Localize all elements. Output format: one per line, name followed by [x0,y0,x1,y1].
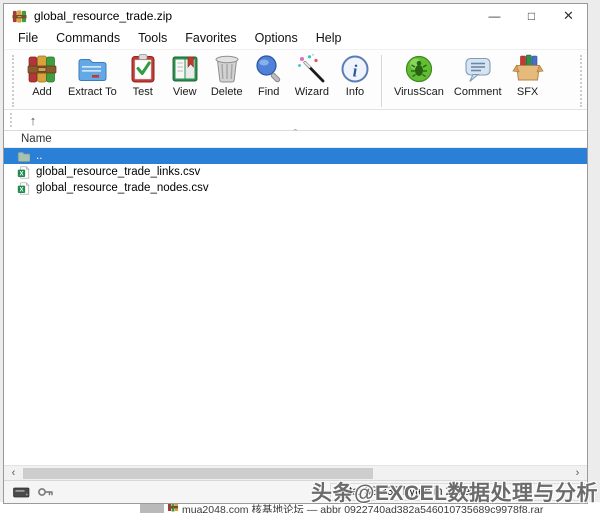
toolbar-gripper[interactable] [12,55,15,107]
test-label: Test [133,86,153,98]
maximize-button[interactable]: □ [513,4,550,28]
view-button[interactable]: View [164,52,206,99]
address-bar-gripper[interactable] [10,113,13,127]
delete-trash-icon [211,53,243,85]
list-column-header: Name ˆ [4,130,587,148]
sort-ascending-icon[interactable]: ˆ [294,128,298,140]
comment-label: Comment [454,86,502,98]
toolbar-right-gripper [580,55,583,107]
sfx-button[interactable]: SFX [507,52,549,99]
svg-text:X: X [19,170,23,177]
window-title: global_resource_trade.zip [34,9,172,23]
virus-scan-label: VirusScan [394,86,444,98]
wizard-label: Wizard [295,86,329,98]
file-name: .. [36,150,42,162]
svg-text:X: X [19,186,23,193]
parent-folder-icon [17,150,30,163]
find-label: Find [258,86,279,98]
scroll-right-arrow[interactable]: › [570,466,585,480]
info-button[interactable]: i Info [334,52,376,99]
wizard-button[interactable]: Wizard [290,52,334,99]
delete-label: Delete [211,86,243,98]
title-bar: global_resource_trade.zip — □ ✕ [4,4,587,28]
scrollbar-thumb[interactable] [23,468,373,479]
add-button[interactable]: Add [21,52,63,99]
find-magnifier-icon [253,53,285,85]
menu-commands[interactable]: Commands [47,29,129,48]
virus-scan-icon [403,53,435,85]
svg-text:i: i [353,62,358,81]
add-label: Add [32,86,52,98]
sfx-icon [512,53,544,85]
minimize-button[interactable]: — [476,4,513,28]
test-button[interactable]: Test [122,52,164,99]
delete-button[interactable]: Delete [206,52,248,99]
file-row-links-csv[interactable]: X global_resource_trade_links.csv [4,164,587,180]
scroll-left-arrow[interactable]: ‹ [6,466,21,480]
view-label: View [173,86,197,98]
file-list: .. X global_resource_trade_links.csv X g… [4,148,587,465]
file-row-nodes-csv[interactable]: X global_resource_trade_nodes.csv [4,180,587,196]
comment-icon [462,53,494,85]
toolbar-separator [381,55,382,107]
file-row-parent[interactable]: .. [4,148,587,164]
extract-to-icon [76,53,108,85]
csv-file-icon: X [17,182,30,195]
menu-help[interactable]: Help [307,29,351,48]
find-button[interactable]: Find [248,52,290,99]
view-file-icon [169,53,201,85]
virus-scan-button[interactable]: VirusScan [389,52,449,99]
info-label: Info [346,86,364,98]
add-archive-icon [26,53,58,85]
horizontal-scrollbar[interactable]: ‹ › [4,465,587,480]
file-name: global_resource_trade_nodes.csv [36,182,209,194]
wizard-wand-icon [296,53,328,85]
file-name: global_resource_trade_links.csv [36,166,200,178]
extract-to-button[interactable]: Extract To [63,52,122,99]
disk-drive-icon[interactable] [13,487,30,498]
menu-bar: File Commands Tools Favorites Options He… [4,28,587,49]
menu-tools[interactable]: Tools [129,29,176,48]
winrar-app-icon [12,9,27,24]
status-total-text: Total 38,337 bytes in 2 files [337,486,476,498]
info-icon: i [339,53,371,85]
csv-file-icon: X [17,166,30,179]
encryption-key-icon[interactable] [37,486,54,498]
winrar-window: global_resource_trade.zip — □ ✕ File Com… [3,3,588,504]
status-total-pane: Total 38,337 bytes in 2 files [330,483,585,501]
close-button[interactable]: ✕ [550,4,587,28]
menu-favorites[interactable]: Favorites [176,29,245,48]
address-bar: ↑ [4,110,587,130]
comment-button[interactable]: Comment [449,52,507,99]
toolbar: Add Extract To Test [4,49,587,110]
extract-to-label: Extract To [68,86,117,98]
status-bar: Total 38,337 bytes in 2 files [4,480,587,503]
menu-options[interactable]: Options [246,29,307,48]
sfx-label: SFX [517,86,538,98]
test-archive-icon [127,53,159,85]
name-column-header[interactable]: Name [21,133,52,145]
menu-file[interactable]: File [9,29,47,48]
up-one-level-button[interactable]: ↑ [21,112,45,129]
